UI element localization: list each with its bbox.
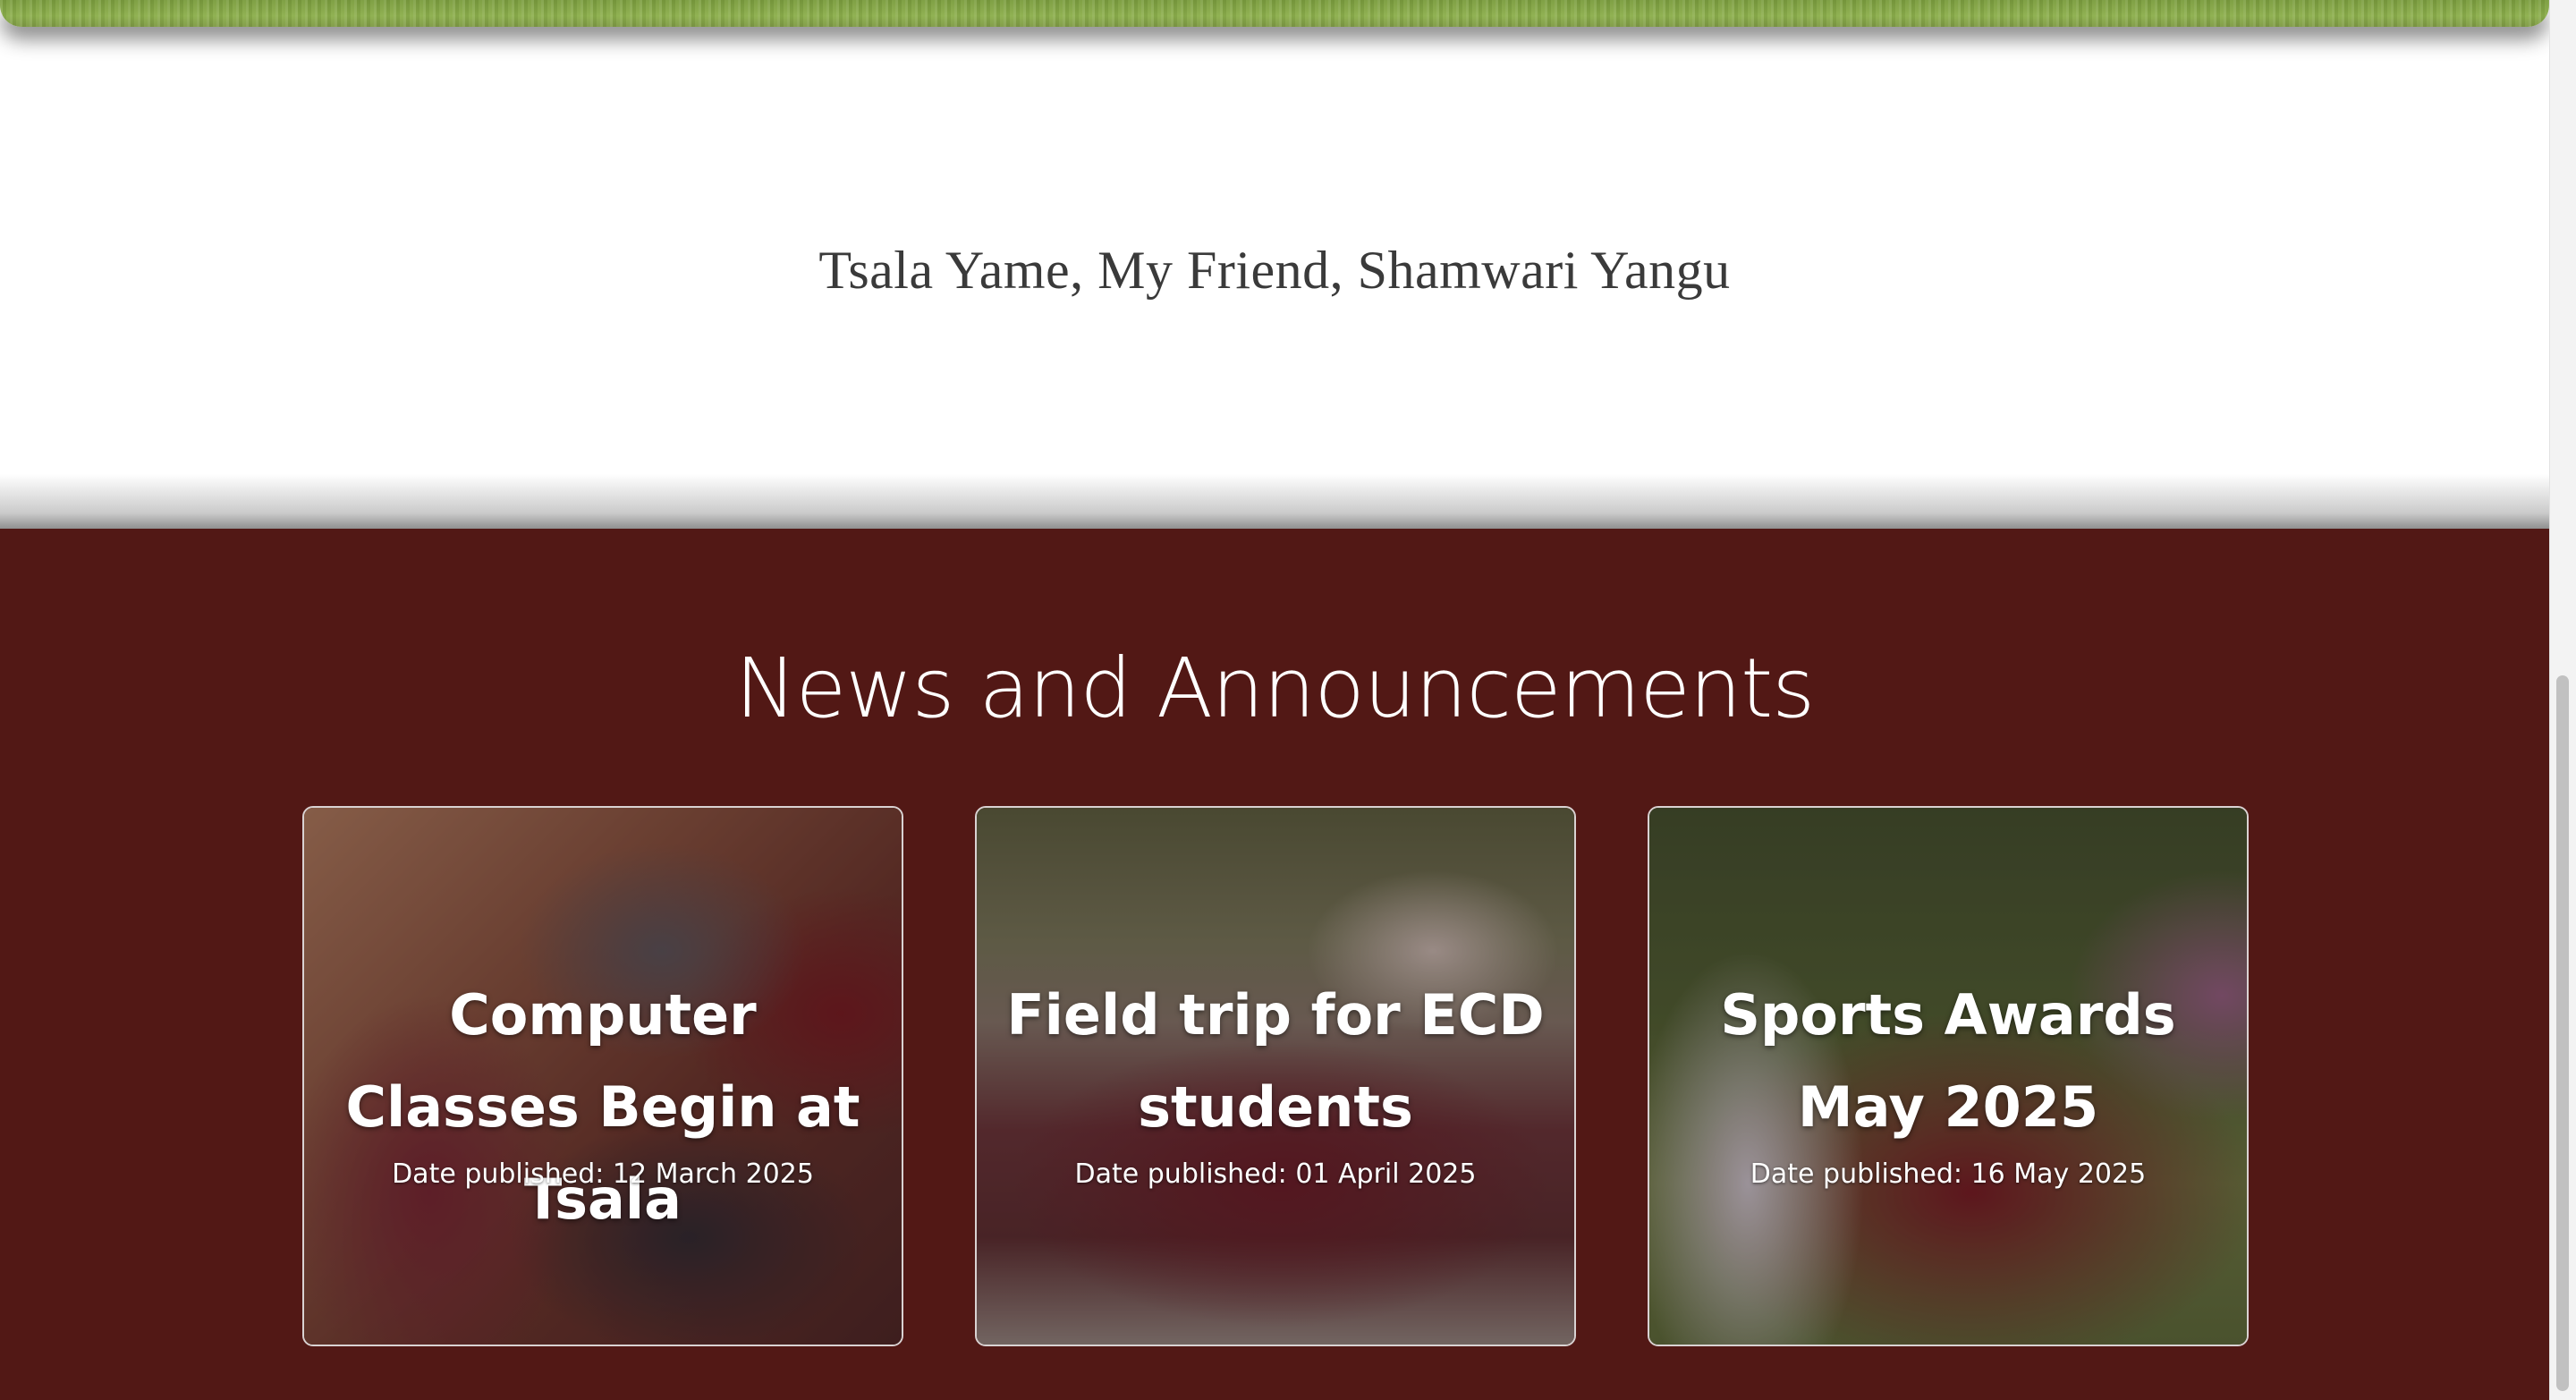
hero-image-bottom-edge	[0, 0, 2549, 27]
news-card-date: Date published: 16 May 2025	[1750, 1158, 2147, 1190]
school-motto: Tsala Yame, My Friend, Shamwari Yangu	[818, 241, 1731, 300]
motto-section: Tsala Yame, My Friend, Shamwari Yangu	[0, 0, 2549, 530]
news-card-date: Date published: 01 April 2025	[1074, 1158, 1477, 1190]
news-card-field-trip[interactable]: Field trip for ECD students Date publish…	[975, 806, 1576, 1346]
page: Tsala Yame, My Friend, Shamwari Yangu Ne…	[0, 0, 2549, 1400]
news-card-title[interactable]: Computer Classes Begin at Tsala	[331, 969, 875, 1245]
section-divider-shadow	[0, 474, 2549, 530]
news-section: News and Announcements Computer Classes …	[0, 529, 2549, 1400]
news-card-date: Date published: 12 March 2025	[392, 1158, 814, 1190]
news-card-title[interactable]: Field trip for ECD students	[1004, 969, 1547, 1153]
news-card-title[interactable]: Sports Awards May 2025	[1676, 969, 2220, 1153]
news-card-computer-classes[interactable]: Computer Classes Begin at Tsala Date pub…	[302, 806, 903, 1346]
news-heading: News and Announcements	[734, 641, 1815, 736]
news-card-sports-awards[interactable]: Sports Awards May 2025 Date published: 1…	[1648, 806, 2249, 1346]
scrollbar-thumb[interactable]	[2556, 675, 2569, 1391]
